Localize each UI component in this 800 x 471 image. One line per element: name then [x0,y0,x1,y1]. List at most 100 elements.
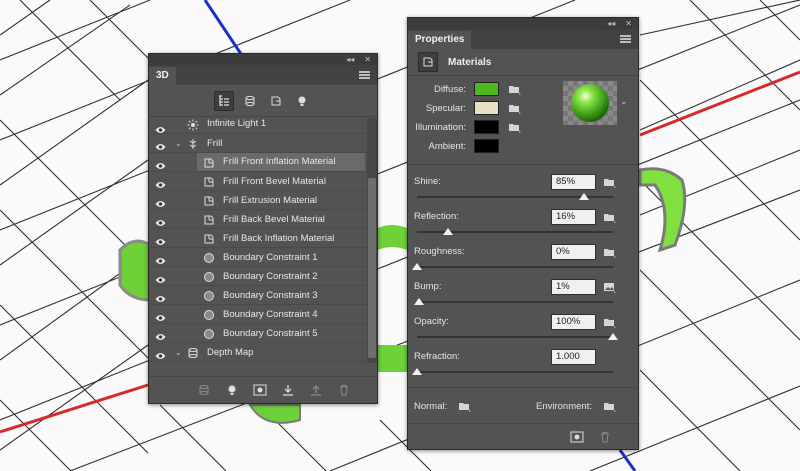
slider-handle[interactable] [413,298,424,305]
move-to-ground-icon[interactable] [281,383,295,397]
chevron-down-icon[interactable]: ⌄ [175,134,183,153]
slider-track[interactable] [417,301,613,303]
export-icon[interactable] [309,383,323,397]
tree-row[interactable]: Frill Front Inflation Material [149,153,367,172]
slider-handle[interactable] [412,263,422,270]
color-row-label: Diffuse: [433,84,466,95]
slider-value-input[interactable]: 1% [551,279,596,295]
tree-row[interactable]: Boundary Constraint 3 [149,286,367,305]
visibility-eye-icon[interactable] [155,329,166,340]
visibility-eye-icon[interactable] [155,234,166,245]
panel-tab-bar: Properties [408,29,638,49]
infinite-light-icon [187,119,199,131]
texture-map-icon[interactable] [603,282,617,293]
color-swatch[interactable] [474,82,499,96]
panel-menu-icon[interactable] [359,71,370,79]
slider-value-input[interactable]: 16% [551,209,596,225]
divider [408,164,638,165]
3d-viewport-canvas[interactable] [0,0,800,471]
color-swatch[interactable] [474,101,499,115]
visibility-eye-icon[interactable] [155,272,166,283]
tab-properties[interactable]: Properties [408,31,472,49]
folder-icon[interactable] [508,122,522,133]
visibility-eye-icon[interactable] [155,177,166,188]
folder-icon[interactable] [603,247,617,258]
filter-bar [149,85,377,117]
slider-label: Reflection: [414,211,459,222]
folder-icon[interactable] [603,401,617,412]
panel-tab-bar: 3D [149,65,377,85]
tree-row[interactable]: Infinite Light 1 [149,118,367,134]
visibility-eye-icon[interactable] [155,310,166,321]
material-preview[interactable] [563,81,617,125]
color-swatch[interactable] [474,139,499,153]
material-filter-icon[interactable] [266,91,286,111]
collapse-icon[interactable]: ◂◂ [607,18,615,29]
tree-row[interactable]: Boundary Constraint 2 [149,267,367,286]
render-icon[interactable] [253,383,267,397]
folder-icon[interactable] [603,317,617,328]
tab-3d[interactable]: 3D [149,67,176,85]
light-add-icon[interactable] [225,383,239,397]
visibility-eye-icon[interactable] [155,158,166,169]
tree-scrollbar[interactable] [367,118,377,363]
visibility-eye-icon[interactable] [155,122,166,133]
slider-value-input[interactable]: 1.000 [551,349,596,365]
tree-row[interactable]: ⌄ Frill [149,134,367,153]
visibility-eye-icon[interactable] [155,291,166,302]
slider-value-input[interactable]: 0% [551,244,596,260]
visibility-eye-icon[interactable] [155,196,166,207]
slider-handle[interactable] [412,368,422,375]
folder-icon[interactable] [508,84,522,95]
slider-label: Roughness: [414,246,465,257]
trash-icon[interactable] [598,430,612,444]
tree-row[interactable]: Frill Back Bevel Material [149,210,367,229]
chevron-down-icon[interactable]: ⌄ [620,96,628,107]
tree-row[interactable]: Frill Back Inflation Material [149,229,367,248]
slider-handle[interactable] [578,193,589,200]
folder-icon[interactable] [603,212,617,223]
slider-track[interactable] [417,371,613,373]
tree-row[interactable]: ⌄ Depth Map [149,343,367,362]
folder-icon[interactable] [603,177,617,188]
tree-row[interactable]: Frill Extrusion Material [149,191,367,210]
panel-top-bar: ◂◂ ✕ [149,54,377,65]
slider-track[interactable] [417,266,613,268]
slider-value-input[interactable]: 85% [551,174,596,190]
tree-row[interactable]: Boundary Constraint 1 [149,248,367,267]
material-icon [203,214,215,226]
mesh-filter-icon[interactable] [240,91,260,111]
tree-row[interactable]: Frill Front Bevel Material [149,172,367,191]
tree-row[interactable]: Boundary Constraint 4 [149,305,367,324]
folder-icon[interactable] [508,103,522,114]
mesh-add-icon[interactable] [197,383,211,397]
folder-icon[interactable] [458,401,472,412]
visibility-eye-icon[interactable] [155,215,166,226]
visibility-eye-icon[interactable] [155,139,166,150]
chevron-down-icon[interactable]: ⌄ [175,343,183,362]
close-icon[interactable]: ✕ [364,54,371,65]
material-icon[interactable] [418,52,438,72]
slider-handle[interactable] [608,333,618,340]
light-filter-icon[interactable] [292,91,312,111]
render-icon[interactable] [570,430,584,444]
close-icon[interactable]: ✕ [625,18,632,29]
slider-handle[interactable] [443,228,454,235]
tree-row[interactable]: Boundary Constraint 5 [149,324,367,343]
slider-track[interactable] [417,336,613,338]
visibility-eye-icon[interactable] [155,348,166,359]
collapse-icon[interactable]: ◂◂ [346,54,354,65]
panel-menu-icon[interactable] [620,35,631,43]
material-icon [203,176,215,188]
tree-row-label: Boundary Constraint 2 [223,270,318,282]
trash-icon[interactable] [337,383,351,397]
materials-header: Materials [408,49,638,76]
color-swatch[interactable] [474,120,499,134]
scene-filter-icon[interactable] [214,90,234,111]
visibility-eye-icon[interactable] [155,253,166,264]
tree-row-label: Boundary Constraint 4 [223,308,318,320]
scroll-thumb[interactable] [368,178,376,358]
slider-value-input[interactable]: 100% [551,314,596,330]
color-row-label: Specular: [425,103,466,114]
tree-row[interactable]: Frill [149,362,367,363]
